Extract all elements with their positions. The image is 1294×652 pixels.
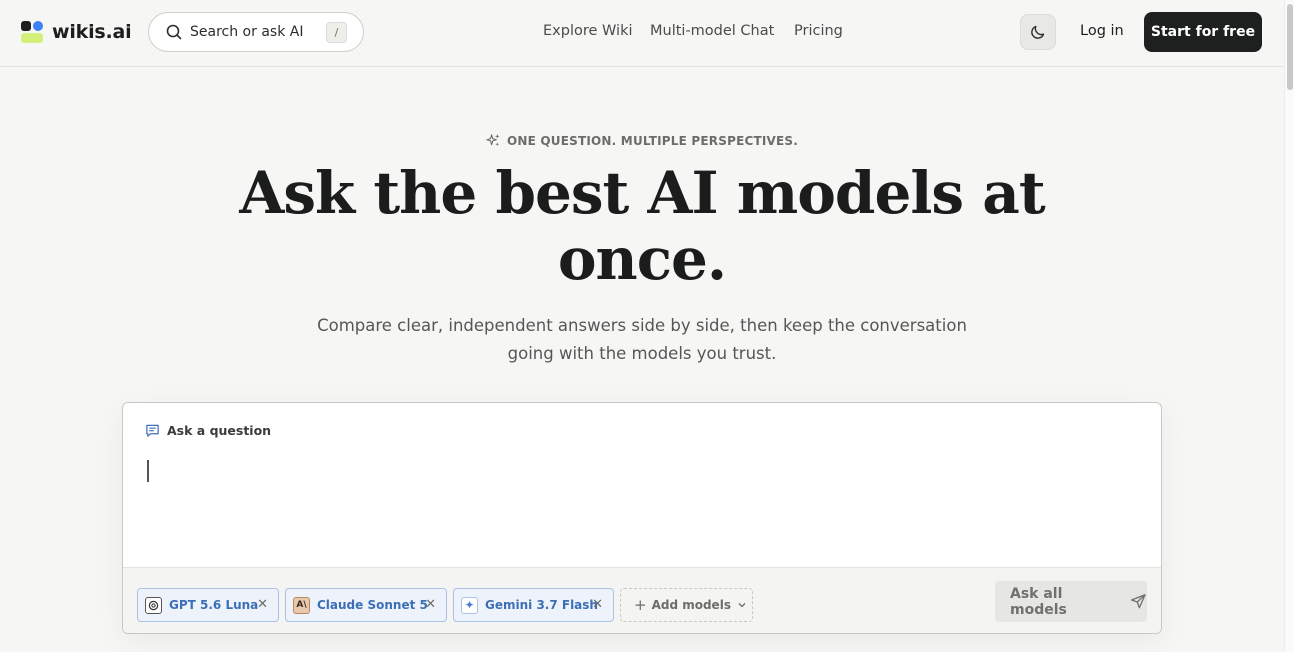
text-cursor [147,460,149,482]
sparkles-icon [486,133,500,147]
headline-line-2: once. [557,225,727,293]
ask-all-models-button[interactable]: Ask all models [995,581,1147,622]
nav-pricing[interactable]: Pricing [794,23,843,39]
page-title: Ask the best AI models at once. [0,160,1284,292]
search-placeholder: Search or ask AI [190,24,304,40]
start-for-free-button[interactable]: Start for free [1144,12,1262,52]
chevron-down-icon [738,603,746,608]
add-models-label: Add models [651,598,731,612]
model-chip-gemini[interactable]: ✦ Gemini 3.7 Flash ✕ [453,588,614,622]
anthropic-icon: A\ [293,596,310,614]
ask-question-label: Ask a question [145,423,271,438]
close-icon[interactable]: ✕ [257,597,268,612]
search-input[interactable]: Search or ask AI / [148,12,364,52]
theme-toggle-button[interactable] [1020,14,1056,50]
gemini-icon: ✦ [461,596,478,614]
search-icon [166,24,182,40]
model-chip-gpt[interactable]: GPT 5.6 Luna ✕ [137,588,279,622]
openai-icon [145,596,162,614]
composer-footer: GPT 5.6 Luna ✕ A\ Claude Sonnet 5 ✕ ✦ Ge… [123,567,1161,633]
nav-multi-model-chat[interactable]: Multi-model Chat [650,23,774,39]
eyebrow-text: ONE QUESTION. MULTIPLE PERSPECTIVES. [506,133,799,148]
logo[interactable]: wikis.ai [21,21,132,43]
top-nav-bar: wikis.ai Search or ask AI / Explore Wiki… [0,0,1284,67]
question-composer: Ask a question GPT 5.6 Luna ✕ A\ Claude … [122,402,1162,634]
model-chip-label: Gemini 3.7 Flash [485,598,598,612]
page-scrollbar[interactable] [1284,0,1294,652]
subtitle-line-1: Compare clear, independent answers side … [317,316,967,335]
logo-mark-icon [21,21,43,43]
model-chip-claude[interactable]: A\ Claude Sonnet 5 ✕ [285,588,447,622]
login-link[interactable]: Log in [1080,23,1124,39]
close-icon[interactable]: ✕ [592,597,603,612]
model-chip-label: Claude Sonnet 5 [317,598,428,612]
chat-icon [146,424,159,437]
nav-explore-wiki[interactable]: Explore Wiki [543,23,633,39]
headline-line-1: Ask the best AI models at [239,159,1045,227]
search-shortcut-key: / [326,22,347,43]
logo-text: wikis.ai [52,21,132,43]
hero-subtitle: Compare clear, independent answers side … [312,312,972,368]
moon-icon [1031,25,1045,39]
add-models-button[interactable]: + Add models [620,588,753,622]
ask-question-text: Ask a question [167,423,272,438]
hero-eyebrow: ONE QUESTION. MULTIPLE PERSPECTIVES. [0,133,1284,148]
ask-all-models-label: Ask all models [1010,585,1067,618]
plus-icon: + [634,596,647,614]
question-textarea[interactable] [143,453,1141,558]
subtitle-line-2: going with the models you trust. [507,344,777,363]
send-icon [1131,594,1147,609]
close-icon[interactable]: ✕ [425,597,436,612]
scrollbar-thumb[interactable] [1287,4,1293,90]
model-chip-label: GPT 5.6 Luna [169,598,259,612]
